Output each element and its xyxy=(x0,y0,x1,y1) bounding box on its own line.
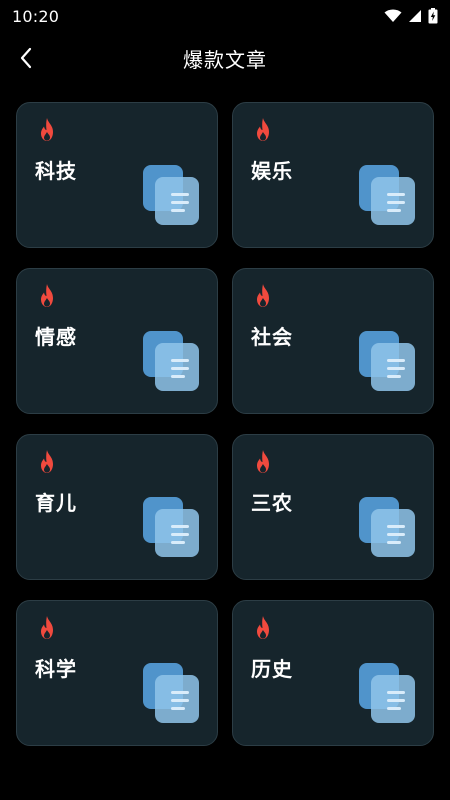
category-label: 三农 xyxy=(251,491,293,515)
category-card[interactable]: 科技 xyxy=(16,102,218,248)
chevron-left-icon xyxy=(20,47,32,69)
document-icon xyxy=(143,663,199,723)
document-icon xyxy=(359,165,415,225)
status-bar: 10:20 xyxy=(0,0,450,32)
battery-charging-icon xyxy=(428,8,438,24)
status-icons xyxy=(384,8,438,24)
fire-icon xyxy=(41,284,53,307)
category-label: 社会 xyxy=(251,325,293,349)
document-icon xyxy=(359,331,415,391)
category-label: 娱乐 xyxy=(251,159,293,183)
document-icon xyxy=(359,663,415,723)
category-label: 科学 xyxy=(35,657,77,681)
fire-icon xyxy=(41,616,53,639)
back-button[interactable] xyxy=(12,44,40,72)
category-card[interactable]: 三农 xyxy=(232,434,434,580)
category-label: 历史 xyxy=(251,657,293,681)
document-icon xyxy=(143,165,199,225)
status-time: 10:20 xyxy=(12,6,60,26)
category-grid: 科技 娱乐 情感 社会 育儿 三农 科学 历史 xyxy=(16,102,434,746)
fire-icon xyxy=(41,450,53,473)
fire-icon xyxy=(257,616,269,639)
category-card[interactable]: 科学 xyxy=(16,600,218,746)
category-card[interactable]: 娱乐 xyxy=(232,102,434,248)
header: 爆款文章 xyxy=(0,32,450,84)
category-card[interactable]: 育儿 xyxy=(16,434,218,580)
document-icon xyxy=(143,331,199,391)
category-label: 情感 xyxy=(35,325,77,349)
wifi-icon xyxy=(384,9,402,22)
page-title: 爆款文章 xyxy=(183,47,267,72)
category-card[interactable]: 历史 xyxy=(232,600,434,746)
document-icon xyxy=(359,497,415,557)
fire-icon xyxy=(257,284,269,307)
document-icon xyxy=(143,497,199,557)
category-card[interactable]: 情感 xyxy=(16,268,218,414)
category-card[interactable]: 社会 xyxy=(232,268,434,414)
category-label: 育儿 xyxy=(35,491,77,515)
category-label: 科技 xyxy=(35,159,77,183)
signal-icon xyxy=(409,10,421,22)
fire-icon xyxy=(257,450,269,473)
fire-icon xyxy=(257,118,269,141)
fire-icon xyxy=(41,118,53,141)
